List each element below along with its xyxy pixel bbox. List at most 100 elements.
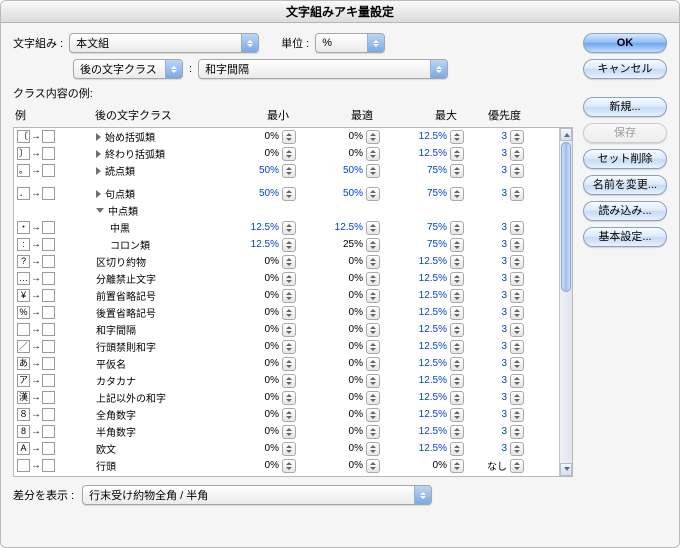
max-stepper[interactable] bbox=[450, 459, 464, 473]
basic-settings-button[interactable]: 基本設定... bbox=[583, 227, 667, 247]
save-button[interactable]: 保存 bbox=[583, 123, 667, 143]
min-stepper[interactable] bbox=[282, 147, 296, 161]
rename-button[interactable]: 名前を変更... bbox=[583, 175, 667, 195]
priority-stepper[interactable] bbox=[510, 374, 524, 388]
opt-stepper[interactable] bbox=[366, 425, 380, 439]
priority-stepper[interactable] bbox=[510, 130, 524, 144]
opt-stepper[interactable] bbox=[366, 164, 380, 178]
priority-stepper[interactable] bbox=[510, 306, 524, 320]
priority-stepper[interactable] bbox=[510, 323, 524, 337]
opt-stepper[interactable] bbox=[366, 147, 380, 161]
disclosure-triangle-icon[interactable] bbox=[96, 133, 101, 141]
min-stepper[interactable] bbox=[282, 130, 296, 144]
min-stepper[interactable] bbox=[282, 408, 296, 422]
opt-stepper[interactable] bbox=[366, 408, 380, 422]
max-stepper[interactable] bbox=[450, 442, 464, 456]
composition-select[interactable]: 本文組 bbox=[69, 33, 259, 53]
priority-stepper[interactable] bbox=[510, 221, 524, 235]
max-stepper[interactable] bbox=[450, 425, 464, 439]
min-stepper[interactable] bbox=[282, 357, 296, 371]
max-stepper[interactable] bbox=[450, 476, 464, 477]
priority-stepper[interactable] bbox=[510, 187, 524, 201]
min-stepper[interactable] bbox=[282, 476, 296, 477]
priority-stepper[interactable] bbox=[510, 164, 524, 178]
min-stepper[interactable] bbox=[282, 459, 296, 473]
scroll-thumb[interactable] bbox=[561, 142, 571, 292]
max-stepper[interactable] bbox=[450, 221, 464, 235]
unit-select[interactable]: % bbox=[315, 33, 385, 53]
min-stepper[interactable] bbox=[282, 255, 296, 269]
max-stepper[interactable] bbox=[450, 130, 464, 144]
disclosure-triangle-icon[interactable] bbox=[96, 190, 101, 198]
opt-stepper[interactable] bbox=[366, 476, 380, 477]
min-stepper[interactable] bbox=[282, 289, 296, 303]
max-stepper[interactable] bbox=[450, 147, 464, 161]
opt-stepper[interactable] bbox=[366, 255, 380, 269]
opt-stepper[interactable] bbox=[366, 323, 380, 337]
priority-stepper[interactable] bbox=[510, 408, 524, 422]
min-stepper[interactable] bbox=[282, 442, 296, 456]
cancel-button[interactable]: キャンセル bbox=[583, 59, 667, 79]
priority-stepper[interactable] bbox=[510, 340, 524, 354]
disclosure-triangle-icon[interactable] bbox=[96, 150, 101, 158]
max-stepper[interactable] bbox=[450, 374, 464, 388]
opt-stepper[interactable] bbox=[366, 289, 380, 303]
min-stepper[interactable] bbox=[282, 391, 296, 405]
diff-select[interactable]: 行末受け約物全角 / 半角 bbox=[82, 485, 432, 505]
min-stepper[interactable] bbox=[282, 340, 296, 354]
opt-stepper[interactable] bbox=[366, 238, 380, 252]
opt-stepper[interactable] bbox=[366, 306, 380, 320]
max-stepper[interactable] bbox=[450, 238, 464, 252]
min-stepper[interactable] bbox=[282, 164, 296, 178]
max-stepper[interactable] bbox=[450, 323, 464, 337]
delete-set-button[interactable]: セット削除 bbox=[583, 149, 667, 169]
min-stepper[interactable] bbox=[282, 238, 296, 252]
priority-stepper[interactable] bbox=[510, 391, 524, 405]
max-stepper[interactable] bbox=[450, 357, 464, 371]
max-stepper[interactable] bbox=[450, 272, 464, 286]
ok-button[interactable]: OK bbox=[583, 33, 667, 53]
priority-stepper[interactable] bbox=[510, 442, 524, 456]
priority-stepper[interactable] bbox=[510, 476, 524, 477]
priority-stepper[interactable] bbox=[510, 425, 524, 439]
priority-stepper[interactable] bbox=[510, 272, 524, 286]
priority-stepper[interactable] bbox=[510, 289, 524, 303]
opt-stepper[interactable] bbox=[366, 357, 380, 371]
opt-stepper[interactable] bbox=[366, 272, 380, 286]
min-stepper[interactable] bbox=[282, 374, 296, 388]
opt-stepper[interactable] bbox=[366, 221, 380, 235]
vertical-scrollbar[interactable] bbox=[559, 128, 572, 476]
opt-stepper[interactable] bbox=[366, 459, 380, 473]
opt-stepper[interactable] bbox=[366, 391, 380, 405]
disclosure-triangle-icon[interactable] bbox=[96, 208, 104, 213]
max-stepper[interactable] bbox=[450, 289, 464, 303]
min-stepper[interactable] bbox=[282, 187, 296, 201]
priority-stepper[interactable] bbox=[510, 238, 524, 252]
priority-stepper[interactable] bbox=[510, 255, 524, 269]
opt-stepper[interactable] bbox=[366, 187, 380, 201]
min-stepper[interactable] bbox=[282, 323, 296, 337]
new-button[interactable]: 新規... bbox=[583, 97, 667, 117]
opt-stepper[interactable] bbox=[366, 130, 380, 144]
max-stepper[interactable] bbox=[450, 391, 464, 405]
load-button[interactable]: 読み込み... bbox=[583, 201, 667, 221]
min-stepper[interactable] bbox=[282, 272, 296, 286]
max-stepper[interactable] bbox=[450, 340, 464, 354]
disclosure-triangle-icon[interactable] bbox=[96, 167, 101, 175]
min-stepper[interactable] bbox=[282, 425, 296, 439]
scroll-down-button[interactable] bbox=[560, 463, 572, 476]
max-stepper[interactable] bbox=[450, 187, 464, 201]
min-stepper[interactable] bbox=[282, 221, 296, 235]
min-stepper[interactable] bbox=[282, 306, 296, 320]
target-select[interactable]: 和字間隔 bbox=[198, 59, 448, 79]
max-stepper[interactable] bbox=[450, 164, 464, 178]
max-stepper[interactable] bbox=[450, 306, 464, 320]
priority-stepper[interactable] bbox=[510, 147, 524, 161]
opt-stepper[interactable] bbox=[366, 442, 380, 456]
priority-stepper[interactable] bbox=[510, 357, 524, 371]
opt-stepper[interactable] bbox=[366, 340, 380, 354]
max-stepper[interactable] bbox=[450, 408, 464, 422]
priority-stepper[interactable] bbox=[510, 459, 524, 473]
context-select[interactable]: 後の文字クラス bbox=[73, 59, 183, 79]
max-stepper[interactable] bbox=[450, 255, 464, 269]
